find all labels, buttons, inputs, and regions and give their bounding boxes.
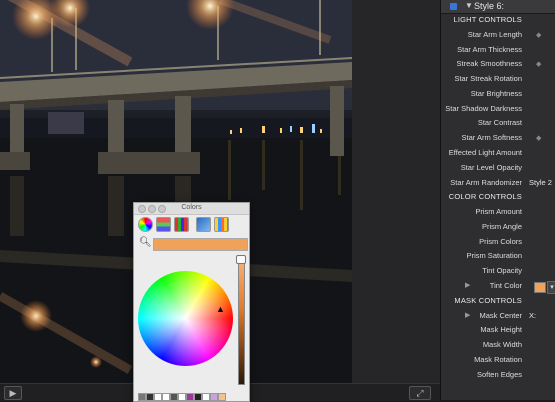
row-label: COLOR CONTROLS xyxy=(448,192,522,202)
row-label: Mask Height xyxy=(480,325,522,335)
row-label: Star Streak Rotation xyxy=(454,74,522,84)
param-tint-opacity[interactable]: Tint Opacity xyxy=(441,265,555,279)
param-streak-smoothness[interactable]: Streak Smoothness ◆ xyxy=(441,58,555,72)
param-star-streak-rotation[interactable]: Star Streak Rotation xyxy=(441,73,555,87)
keyframe-icon[interactable]: ◆ xyxy=(536,32,543,39)
row-label: Star Arm Randomizer xyxy=(450,177,522,187)
pointer-cursor-icon: ▲ xyxy=(216,304,225,314)
color-palettes-icon[interactable] xyxy=(174,217,189,232)
row-label: Mask Rotation xyxy=(474,354,522,364)
row-label: Soften Edges xyxy=(476,369,522,379)
disclosure-triangle-icon[interactable]: ▶ xyxy=(465,281,470,289)
row-label: Star Arm Softness xyxy=(461,133,522,143)
param-star-shadow-darkness[interactable]: Star Shadow Darkness xyxy=(441,103,555,117)
crayons-icon[interactable] xyxy=(214,217,229,232)
param-star-arm-softness[interactable]: Star Arm Softness ◆ xyxy=(441,132,555,146)
param-star-brightness[interactable]: Star Brightness xyxy=(441,88,555,102)
keyframe-icon[interactable]: ◆ xyxy=(536,135,543,142)
row-label: Effected Light Amount xyxy=(448,148,522,158)
param-prism-angle[interactable]: Prism Angle xyxy=(441,221,555,235)
color-wheel-icon[interactable] xyxy=(138,217,153,232)
row-label: Streak Smoothness xyxy=(456,59,522,69)
row-label: Tint Opacity xyxy=(482,266,522,276)
row-label: Star Arm Thickness xyxy=(457,44,522,54)
row-label: Tint Color xyxy=(489,281,522,291)
param-star-arm-randomizer[interactable]: Star Arm Randomizer Style 2 xyxy=(441,177,555,191)
param-star-contrast[interactable]: Star Contrast xyxy=(441,117,555,131)
colors-title: Colors xyxy=(181,204,202,211)
param-star-arm-length[interactable]: Star Arm Length ◆ xyxy=(441,29,555,43)
param-mask-width[interactable]: Mask Width xyxy=(441,339,555,353)
color-wheel[interactable] xyxy=(138,271,233,366)
param-mask-rotation[interactable]: Mask Rotation xyxy=(441,354,555,368)
row-value[interactable]: Style 2 xyxy=(529,178,552,187)
fullscreen-icon[interactable]: ⤢ xyxy=(409,386,431,400)
row-label: Star Shadow Darkness xyxy=(445,103,522,113)
row-label: Prism Angle xyxy=(481,221,522,231)
param-prism-saturation[interactable]: Prism Saturation xyxy=(441,250,555,264)
colors-panel[interactable]: Colors 🔍︎ ▲ xyxy=(133,202,250,402)
row-label: Prism Colors xyxy=(479,236,522,246)
viewer-background xyxy=(352,0,440,383)
style-title: Style 6: xyxy=(474,1,505,11)
play-icon[interactable]: ▶ xyxy=(4,386,22,400)
swatch-row xyxy=(138,393,246,401)
param-star-level-opacity[interactable]: Star Level Opacity xyxy=(441,162,555,176)
row-label: Mask Center xyxy=(479,310,522,320)
param-prism-colors[interactable]: Prism Colors xyxy=(441,236,555,250)
colors-toolbar xyxy=(134,215,249,235)
row-label: LIGHT CONTROLS xyxy=(453,15,522,24)
colors-titlebar[interactable]: Colors xyxy=(134,203,249,215)
row-label: Prism Saturation xyxy=(466,251,522,261)
brightness-slider[interactable] xyxy=(238,258,245,385)
section-color-controls: COLOR CONTROLS xyxy=(441,191,555,205)
disclosure-triangle-icon[interactable]: ▶ xyxy=(465,311,470,319)
image-palettes-icon[interactable] xyxy=(196,217,211,232)
section-mask-controls: MASK CONTROLS xyxy=(441,295,555,309)
param-prism-amount[interactable]: Prism Amount xyxy=(441,206,555,220)
chevron-down-icon[interactable]: ▾ xyxy=(547,281,555,295)
param-tint-color[interactable]: ▶ Tint Color ▾ xyxy=(441,280,555,295)
param-effected-light-amount[interactable]: Effected Light Amount xyxy=(441,147,555,161)
row-label: Star Level Opacity xyxy=(460,162,522,172)
magnifier-icon[interactable]: 🔍︎ xyxy=(139,237,152,248)
keyframe-icon[interactable]: ◆ xyxy=(536,61,543,68)
row-label: Star Contrast xyxy=(477,118,522,128)
row-label: Star Brightness xyxy=(470,88,522,98)
enable-checkbox[interactable] xyxy=(450,3,457,10)
color-sliders-icon[interactable] xyxy=(156,217,171,232)
current-color-well[interactable] xyxy=(153,238,248,251)
param-soften-edges[interactable]: Soften Edges xyxy=(441,369,555,383)
row-label: Star Arm Length xyxy=(467,29,522,39)
tint-color-swatch[interactable] xyxy=(534,282,546,294)
row-label: Mask Width xyxy=(482,340,522,350)
row-label: Prism Amount xyxy=(475,207,522,217)
color-search-row: 🔍︎ xyxy=(137,237,248,251)
param-star-arm-thickness[interactable]: Star Arm Thickness xyxy=(441,44,555,58)
brightness-slider-knob[interactable] xyxy=(236,255,246,264)
style-header[interactable]: ▼ Style 6: xyxy=(441,0,555,14)
param-mask-center[interactable]: ▶ Mask Center X: xyxy=(441,310,555,324)
section-light-controls: LIGHT CONTROLS xyxy=(441,14,555,28)
param-mask-height[interactable]: Mask Height xyxy=(441,324,555,338)
effect-inspector: ▼ Style 6: LIGHT CONTROLS Star Arm Length… xyxy=(440,0,555,400)
row-label: MASK CONTROLS xyxy=(454,295,522,305)
row-value[interactable]: X: xyxy=(529,311,536,320)
disclosure-triangle-icon[interactable]: ▼ xyxy=(465,1,473,10)
